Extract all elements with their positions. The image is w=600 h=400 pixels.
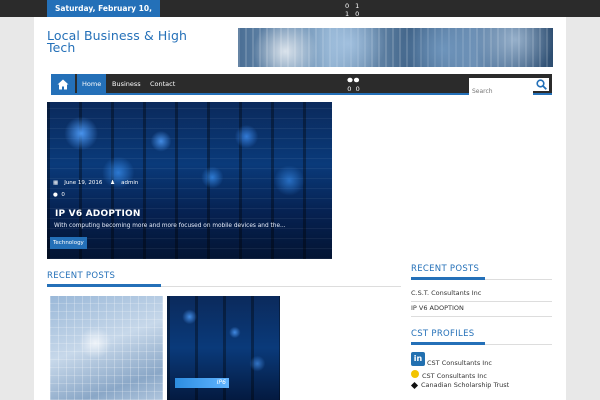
nav-comment-counts[interactable]: 0 0	[347, 77, 360, 93]
sidebar-post-link[interactable]: C.S.T. Consultants Inc	[411, 289, 481, 297]
search-input[interactable]	[469, 85, 533, 98]
user-icon: ♟	[110, 180, 116, 186]
heading-underline	[47, 284, 161, 287]
post-comments[interactable]: ● 0	[53, 192, 65, 198]
heading-underline	[411, 277, 485, 280]
page-container: Local Business & High Tech Home Business…	[34, 17, 566, 400]
sidebar-recent-posts-heading: RECENT POSTS	[411, 264, 480, 274]
sidebar-post-link[interactable]: IP V6 ADOPTION	[411, 304, 464, 312]
post-meta: ▦ June 19, 2016 ♟ admin	[53, 180, 144, 186]
post-date: June 19, 2016	[64, 180, 103, 186]
featured-post[interactable]: ▦ June 19, 2016 ♟ admin ● 0 IP V6 ADOPTION…	[47, 102, 332, 259]
nav-item-home[interactable]: Home	[77, 74, 107, 95]
comment-count: 0	[61, 192, 65, 198]
linkedin-icon: in	[411, 352, 425, 366]
profile-link-scholarship[interactable]: Canadian Scholarship Trust	[410, 381, 510, 389]
profile-link-linkedin[interactable]: in CST Consultants Inc	[411, 351, 492, 367]
diamond-icon	[410, 381, 419, 389]
recent-posts-heading: RECENT POSTS	[47, 271, 116, 281]
post-thumbnail[interactable]	[50, 296, 163, 400]
profile-label: CST Consultants Inc	[422, 372, 487, 380]
post-excerpt: With computing becoming more and more fo…	[54, 223, 286, 229]
post-thumbnail[interactable]: IP6	[167, 296, 280, 400]
category-tag[interactable]: Technology	[50, 237, 87, 249]
calendar-icon: ▦	[53, 180, 59, 186]
comments-icon	[347, 77, 360, 85]
home-icon[interactable]	[51, 74, 75, 95]
divider	[411, 316, 552, 317]
heading-underline	[411, 342, 485, 345]
profiles-heading: CST PROFILES	[411, 329, 475, 339]
comment-count: 0	[355, 85, 360, 93]
profile-label: CST Consultants Inc	[427, 359, 492, 367]
search-icon[interactable]	[536, 79, 547, 90]
post-title[interactable]: IP V6 ADOPTION	[55, 209, 141, 219]
badge-icon	[411, 370, 419, 378]
search-box	[469, 78, 549, 98]
top-counts: 01 10	[345, 2, 365, 18]
site-title[interactable]: Local Business & High Tech	[47, 29, 217, 54]
comment-count: 0	[347, 85, 352, 93]
ip6-label: IP6	[175, 378, 229, 388]
nav-item-contact[interactable]: Contact	[145, 74, 180, 95]
divider	[411, 301, 552, 302]
profile-label: Canadian Scholarship Trust	[421, 381, 510, 389]
post-author[interactable]: admin	[121, 180, 138, 186]
current-date: Saturday, February 10, 2018	[47, 0, 160, 30]
profile-link-badge[interactable]: CST Consultants Inc	[411, 368, 487, 380]
count: 0	[345, 2, 350, 10]
count: 1	[355, 2, 360, 10]
header-banner-image	[238, 28, 553, 67]
comment-icon: ●	[53, 192, 58, 198]
top-bar: Saturday, February 10, 2018 01 10	[0, 0, 600, 30]
main-nav: Home Business Contact 0 0	[51, 74, 552, 98]
nav-item-business[interactable]: Business	[107, 74, 146, 95]
